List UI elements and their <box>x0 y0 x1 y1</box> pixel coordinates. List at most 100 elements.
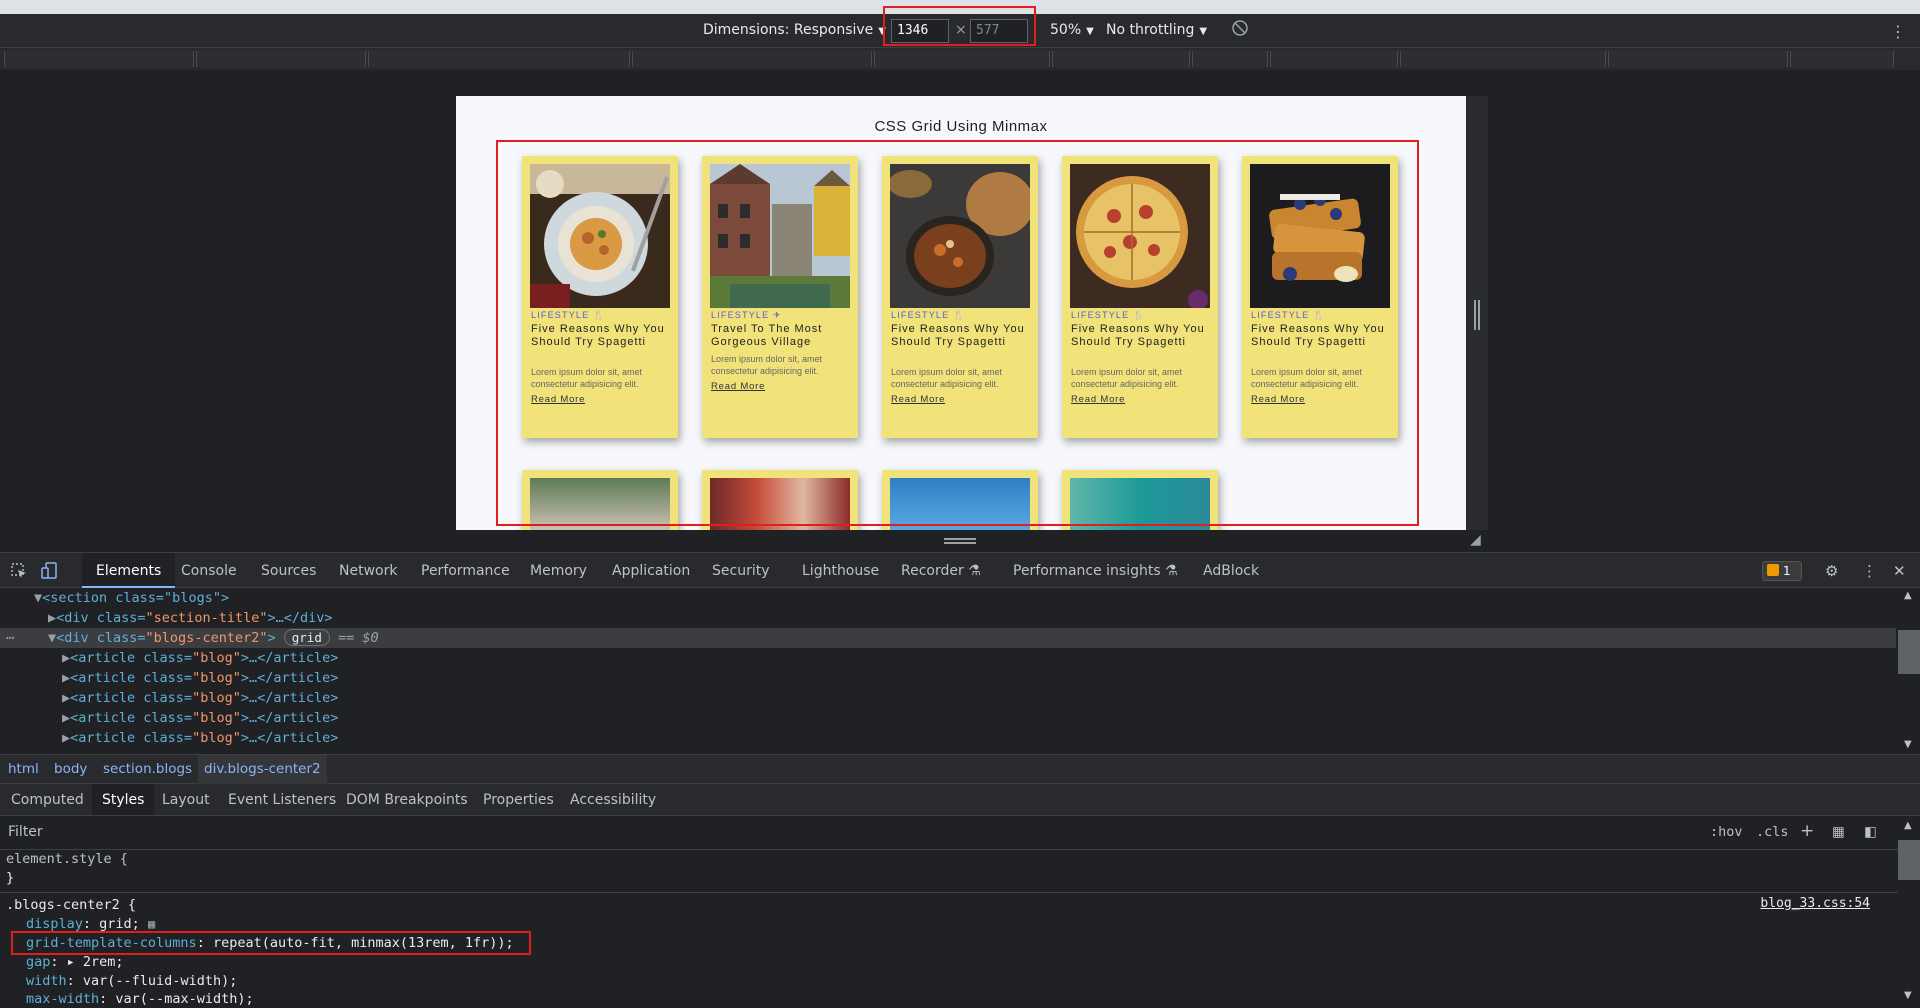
media-query-bar <box>0 48 1920 70</box>
scroll-down-icon[interactable]: ▼ <box>1904 739 1912 750</box>
grid-editor-icon[interactable]: ▦ <box>148 917 155 931</box>
tab-styles[interactable]: Styles <box>92 784 155 815</box>
collapse-triangle-icon[interactable]: ▶ <box>62 690 70 706</box>
breadcrumb-current[interactable]: div.blogs-center2 <box>198 755 327 784</box>
resize-handle-icon[interactable] <box>1474 300 1480 330</box>
zoom-label: 50% <box>1050 22 1082 38</box>
css-declaration-gap[interactable]: gap: ▸ 2rem; <box>26 953 124 971</box>
dom-node-article[interactable]: ▶<article class="blog">…</article> <box>0 648 1896 668</box>
collapse-triangle-icon[interactable]: ▶ <box>62 670 70 686</box>
hov-toggle[interactable]: :hov <box>1710 824 1743 840</box>
media-query-segment[interactable] <box>196 51 366 67</box>
tab-application[interactable]: Application <box>612 563 690 579</box>
scroll-up-icon[interactable]: ▲ <box>1904 590 1912 601</box>
media-query-segment[interactable] <box>1052 51 1190 67</box>
device-toggle-icon[interactable] <box>40 562 58 580</box>
tab-event-listeners[interactable]: Event Listeners <box>228 792 336 808</box>
element-style-selector: element.style { <box>6 851 128 867</box>
tab-properties[interactable]: Properties <box>483 792 554 808</box>
media-query-segment[interactable] <box>368 51 630 67</box>
zoom-dropdown[interactable]: 50% ▼ <box>1050 22 1094 38</box>
media-query-segment[interactable] <box>1608 51 1788 67</box>
collapse-triangle-icon[interactable]: ▶ <box>48 610 56 626</box>
dom-scrollbar[interactable]: ▲ ▼ <box>1898 588 1920 754</box>
styles-scrollbar[interactable]: ▲ ▼ <box>1898 816 1920 1005</box>
grid-badge[interactable]: grid <box>283 629 330 646</box>
breadcrumb-html[interactable]: html <box>8 761 39 777</box>
collapse-triangle-icon[interactable]: ▶ <box>62 730 70 746</box>
toggle-sidebar-icon[interactable]: ◧ <box>1864 824 1877 840</box>
flask-icon: ⚗ <box>1165 563 1178 579</box>
page-title: CSS Grid Using Minmax <box>874 118 1048 135</box>
expand-triangle-icon[interactable]: ▼ <box>34 590 42 606</box>
tab-adblock[interactable]: AdBlock <box>1203 563 1259 579</box>
tab-computed[interactable]: Computed <box>11 792 84 808</box>
resize-corner-icon[interactable]: ◢ <box>1470 532 1481 548</box>
dom-node-section-title[interactable]: ▶<div class="section-title">…</div> <box>0 608 1896 628</box>
breadcrumb-body[interactable]: body <box>54 761 87 777</box>
tab-accessibility[interactable]: Accessibility <box>570 792 656 808</box>
throttling-label: No throttling <box>1106 22 1195 38</box>
tab-performance[interactable]: Performance <box>421 563 510 579</box>
collapse-triangle-icon[interactable]: ▶ <box>62 710 70 726</box>
more-options-icon[interactable]: ⋮ <box>1890 22 1906 41</box>
scrollbar-thumb[interactable] <box>1898 630 1920 674</box>
rule-selector[interactable]: .blogs-center2 { <box>6 896 136 914</box>
chevron-down-icon: ▼ <box>1086 26 1094 37</box>
dom-node-article[interactable]: ▶<article class="blog">…</article> <box>0 688 1896 708</box>
tab-console[interactable]: Console <box>181 563 237 579</box>
breadcrumb: html body section.blogs div.blogs-center… <box>0 754 1920 784</box>
media-query-segment[interactable] <box>632 51 872 67</box>
annotation-highlight-grid <box>496 140 1419 526</box>
media-query-segment[interactable] <box>4 51 194 67</box>
css-source-link[interactable]: blog_33.css:54 <box>1760 896 1870 911</box>
media-query-segment[interactable] <box>1790 51 1894 67</box>
tab-elements[interactable]: Elements <box>82 553 176 588</box>
tab-sources[interactable]: Sources <box>261 563 316 579</box>
scrollbar-thumb[interactable] <box>1898 840 1920 880</box>
dom-node-blogs-center2[interactable]: ⋯ ▼<div class="blogs-center2"> grid == $… <box>0 628 1896 648</box>
close-icon[interactable]: ✕ <box>1893 562 1911 580</box>
tab-memory[interactable]: Memory <box>530 563 587 579</box>
ellipsis-icon[interactable]: ⋯ <box>6 628 14 648</box>
filter-input[interactable]: Filter <box>8 824 43 840</box>
tab-dom-breakpoints[interactable]: DOM Breakpoints <box>346 792 468 808</box>
issues-badge[interactable]: 1 <box>1762 561 1802 581</box>
dom-node-article[interactable]: ▶<article class="blog">…</article> <box>0 728 1896 748</box>
resize-handle-bottom-icon[interactable] <box>944 538 976 544</box>
tab-layout[interactable]: Layout <box>162 792 210 808</box>
dom-node-article[interactable]: ▶<article class="blog">…</article> <box>0 668 1896 688</box>
rotate-icon[interactable] <box>1231 19 1249 41</box>
expand-triangle-icon[interactable]: ▼ <box>48 630 56 646</box>
media-query-segment[interactable] <box>1270 51 1398 67</box>
dom-node-article[interactable]: ▶<article class="blog">…</article> <box>0 708 1896 728</box>
flask-icon: ⚗ <box>968 563 981 579</box>
media-query-segment[interactable] <box>1192 51 1268 67</box>
dimensions-dropdown[interactable]: Dimensions: Responsive ▼ <box>703 22 886 38</box>
breadcrumb-section[interactable]: section.blogs <box>103 761 192 777</box>
more-options-icon[interactable]: ⋮ <box>1862 562 1880 580</box>
scroll-up-icon[interactable]: ▲ <box>1904 820 1912 831</box>
tab-security[interactable]: Security <box>712 563 770 579</box>
media-query-segment[interactable] <box>1400 51 1606 67</box>
dimensions-label: Dimensions: Responsive <box>703 22 874 38</box>
cls-toggle[interactable]: .cls <box>1756 824 1789 840</box>
media-query-segment[interactable] <box>874 51 1050 67</box>
dollar-zero-marker: == $0 <box>338 630 379 646</box>
dom-node-section[interactable]: ▼<section class="blogs"> <box>0 588 1896 608</box>
collapse-triangle-icon[interactable]: ▶ <box>62 650 70 666</box>
paint-icon[interactable]: ▦ <box>1832 824 1845 840</box>
css-declaration-max-width[interactable]: max-width: var(--max-width); <box>26 990 254 1008</box>
tab-network[interactable]: Network <box>339 563 397 579</box>
tab-performance-insights[interactable]: Performance insights ⚗ <box>1013 563 1178 579</box>
settings-gear-icon[interactable]: ⚙ <box>1825 562 1843 580</box>
scroll-down-icon[interactable]: ▼ <box>1904 990 1912 1001</box>
annotation-highlight-rule <box>11 931 531 955</box>
rule-divider <box>0 892 1898 893</box>
tab-recorder[interactable]: Recorder ⚗ <box>901 563 981 579</box>
inspect-element-icon[interactable] <box>10 562 28 580</box>
throttling-dropdown[interactable]: No throttling ▼ <box>1106 22 1207 38</box>
tab-lighthouse[interactable]: Lighthouse <box>802 563 879 579</box>
css-declaration-width[interactable]: width: var(--fluid-width); <box>26 972 237 990</box>
new-style-rule-icon[interactable]: + <box>1800 821 1814 841</box>
